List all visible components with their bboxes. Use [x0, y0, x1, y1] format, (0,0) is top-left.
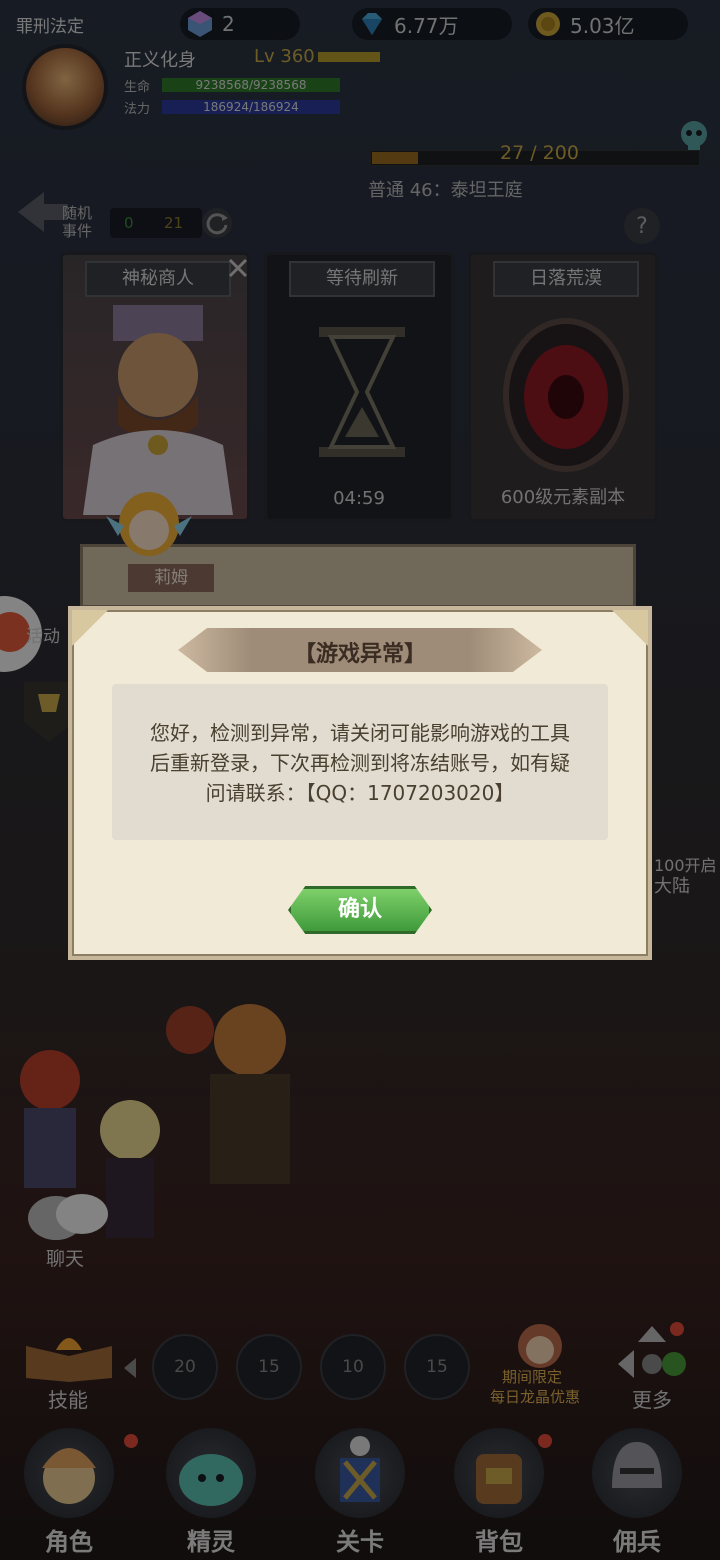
corner-ornament-icon	[72, 610, 108, 646]
dialog-message-line3: 问请联系：【QQ：1707203020】	[205, 781, 515, 805]
dialog-title: 【游戏异常】	[293, 642, 426, 667]
dialog-message: 您好，检测到异常，请关闭可能影响游戏的工具 后重新登录，下次再检测到将冻结账号，…	[112, 718, 608, 808]
confirm-button[interactable]: 确认	[288, 886, 432, 934]
dialog-message-line2: 后重新登录，下次再检测到将冻结账号，如有疑	[150, 751, 570, 775]
dialog-message-line1: 您好，检测到异常，请关闭可能影响游戏的工具	[150, 721, 570, 745]
corner-ornament-icon	[612, 610, 648, 646]
